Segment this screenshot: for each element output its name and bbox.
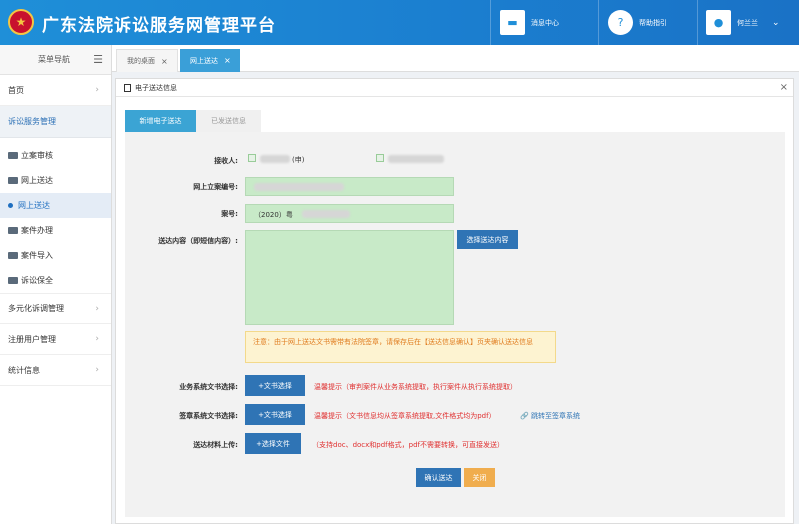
user-avatar-icon: ● <box>706 10 731 35</box>
sidebar-item-label: 案件导入 <box>21 251 53 260</box>
tab-bar: 我的桌面 × 网上送达 × <box>112 45 799 72</box>
redacted-text <box>388 155 444 163</box>
receiver-1-checkbox[interactable] <box>248 154 256 162</box>
folder-open-icon <box>8 177 18 184</box>
receiver-label: 接收人: <box>214 157 238 165</box>
sidebar-item-label: 首页 <box>8 85 24 95</box>
upload-label: 送达材料上传: <box>193 441 238 449</box>
sidebar-item-label: 网上送达 <box>18 201 50 210</box>
header-divider <box>490 0 491 45</box>
help-icon: ? <box>608 10 633 35</box>
seal-doc-label: 签章系统文书选择: <box>179 412 238 420</box>
panel-header: 电子送达信息 <box>116 79 793 97</box>
case-number-value: （2020）粤 <box>254 211 293 219</box>
sidebar: 菜单导航 ☰ 首页 › 诉讼服务管理 立案审核 网上送达 网上送达 案件办理 案… <box>0 45 112 524</box>
receiver-2-checkbox[interactable] <box>376 154 384 162</box>
seal-doc-select-button[interactable]: +文书选择 <box>245 404 305 425</box>
sidebar-item-statistics[interactable]: 统计信息 › <box>0 355 111 386</box>
panel-subtabs: 新增电子送达 已发送信息 <box>125 110 261 132</box>
redacted-text <box>254 183 344 191</box>
bullet-icon <box>8 203 13 208</box>
sidebar-group-label: 诉讼服务管理 <box>8 117 56 126</box>
chevron-right-icon: › <box>95 334 99 344</box>
seal-doc-hint: 温馨提示（文书信息均从签章系统提取,文件格式均为pdf） <box>314 412 496 420</box>
sidebar-item-label: 多元化诉调管理 <box>8 304 64 313</box>
sidebar-item-user-management[interactable]: 注册用户管理 › <box>0 324 111 355</box>
choose-file-button[interactable]: +选择文件 <box>245 433 301 454</box>
chevron-right-icon: › <box>95 85 99 95</box>
folder-icon <box>8 227 18 234</box>
top-header: ★ 广东法院诉讼服务网管理平台 ▬ 消息中心 ? 帮助指引 ● 何兰兰 ⌄ <box>0 0 799 45</box>
electronic-service-panel: 电子送达信息 × 新增电子送达 已发送信息 <box>115 78 794 524</box>
sidebar-item-home[interactable]: 首页 › <box>0 75 111 106</box>
case-number-label: 案号: <box>221 210 238 218</box>
business-doc-label: 业务系统文书选择: <box>179 383 238 391</box>
business-doc-select-button[interactable]: +文书选择 <box>245 375 305 396</box>
content-label: 送达内容（即短信内容）: <box>158 237 238 245</box>
tab-sent-messages[interactable]: 已发送信息 <box>196 110 261 132</box>
tab-label: 我的桌面 <box>127 57 155 65</box>
user-menu[interactable]: ● 何兰兰 ⌄ <box>706 10 780 35</box>
sidebar-title: 菜单导航 <box>38 55 70 64</box>
message-center-button[interactable]: ▬ 消息中心 <box>500 10 559 35</box>
tab-my-desktop[interactable]: 我的桌面 × <box>116 49 178 72</box>
tab-new-electronic-service[interactable]: 新增电子送达 <box>125 110 196 132</box>
sidebar-group-litigation-service[interactable]: 诉讼服务管理 <box>0 106 111 138</box>
sidebar-item-filing-review[interactable]: 立案审核 <box>0 143 111 168</box>
business-doc-hint: 温馨提示（审判案件从业务系统提取，执行案件从执行系统提取） <box>314 383 517 391</box>
close-icon[interactable]: × <box>161 57 168 66</box>
warning-notice: 注意：由于网上送达文书需带有法院签章，请保存后在【送达信息确认】页夹确认送达信息 <box>245 331 556 363</box>
sidebar-item-preservation[interactable]: 诉讼保全 <box>0 268 111 293</box>
document-icon <box>124 83 131 92</box>
redacted-text <box>302 210 350 218</box>
sidebar-item-case-import[interactable]: 案件导入 <box>0 243 111 268</box>
sidebar-item-label: 案件办理 <box>21 226 53 235</box>
close-icon[interactable]: × <box>224 56 231 65</box>
close-icon[interactable]: × <box>780 82 788 93</box>
folder-icon <box>8 252 18 259</box>
header-divider <box>598 0 599 45</box>
app-title: 广东法院诉讼服务网管理平台 <box>42 16 276 36</box>
confirm-service-button[interactable]: 确认送达 <box>416 468 461 487</box>
link-icon: 🔗 <box>520 412 529 420</box>
help-guide-button[interactable]: ? 帮助指引 <box>608 10 667 35</box>
content-textarea[interactable] <box>245 230 454 325</box>
chevron-right-icon: › <box>95 365 99 375</box>
seal-system-link[interactable]: 🔗 跳转至签章系统 <box>520 411 580 421</box>
seal-system-link-label: 跳转至签章系统 <box>530 412 580 420</box>
receiver-1-suffix: (申) <box>292 156 305 164</box>
sidebar-item-label: 网上送达 <box>21 176 53 185</box>
chat-bubble-icon: ▬ <box>500 10 525 35</box>
upload-hint: （支持doc、docx和pdf格式，pdf不需要转换，可直接发送） <box>312 441 504 449</box>
tab-online-service[interactable]: 网上送达 × <box>180 49 240 72</box>
court-emblem-icon: ★ <box>8 9 34 35</box>
folder-icon <box>8 277 18 284</box>
close-button[interactable]: 关闭 <box>464 468 495 487</box>
redacted-text <box>260 155 290 163</box>
sidebar-item-case-handling[interactable]: 案件办理 <box>0 218 111 243</box>
sidebar-item-label: 立案审核 <box>21 151 53 160</box>
sidebar-item-label: 统计信息 <box>8 365 40 375</box>
help-guide-label: 帮助指引 <box>639 18 667 27</box>
online-case-number-field[interactable] <box>245 177 454 196</box>
sidebar-header: 菜单导航 ☰ <box>0 45 111 75</box>
chevron-right-icon: › <box>95 303 99 314</box>
sidebar-item-online-service[interactable]: 网上送达 <box>0 168 111 193</box>
sidebar-item-label: 注册用户管理 <box>8 334 56 344</box>
case-number-field[interactable]: （2020）粤 <box>245 204 454 223</box>
panel-title: 电子送达信息 <box>135 83 177 92</box>
tab-label: 网上送达 <box>190 56 218 65</box>
header-divider <box>697 0 698 45</box>
message-center-label: 消息中心 <box>531 18 559 27</box>
sidebar-item-mediation[interactable]: 多元化诉调管理 › <box>0 293 111 324</box>
folder-icon <box>8 152 18 159</box>
choose-content-button[interactable]: 选择送达内容 <box>457 230 518 249</box>
user-name: 何兰兰 <box>737 18 758 27</box>
online-case-number-label: 网上立案编号: <box>193 183 238 191</box>
chevron-down-icon: ⌄ <box>772 17 780 28</box>
sidebar-item-label: 诉讼保全 <box>21 276 53 285</box>
menu-toggle-icon[interactable]: ☰ <box>93 53 103 66</box>
sidebar-item-online-service-active[interactable]: 网上送达 <box>0 193 111 218</box>
